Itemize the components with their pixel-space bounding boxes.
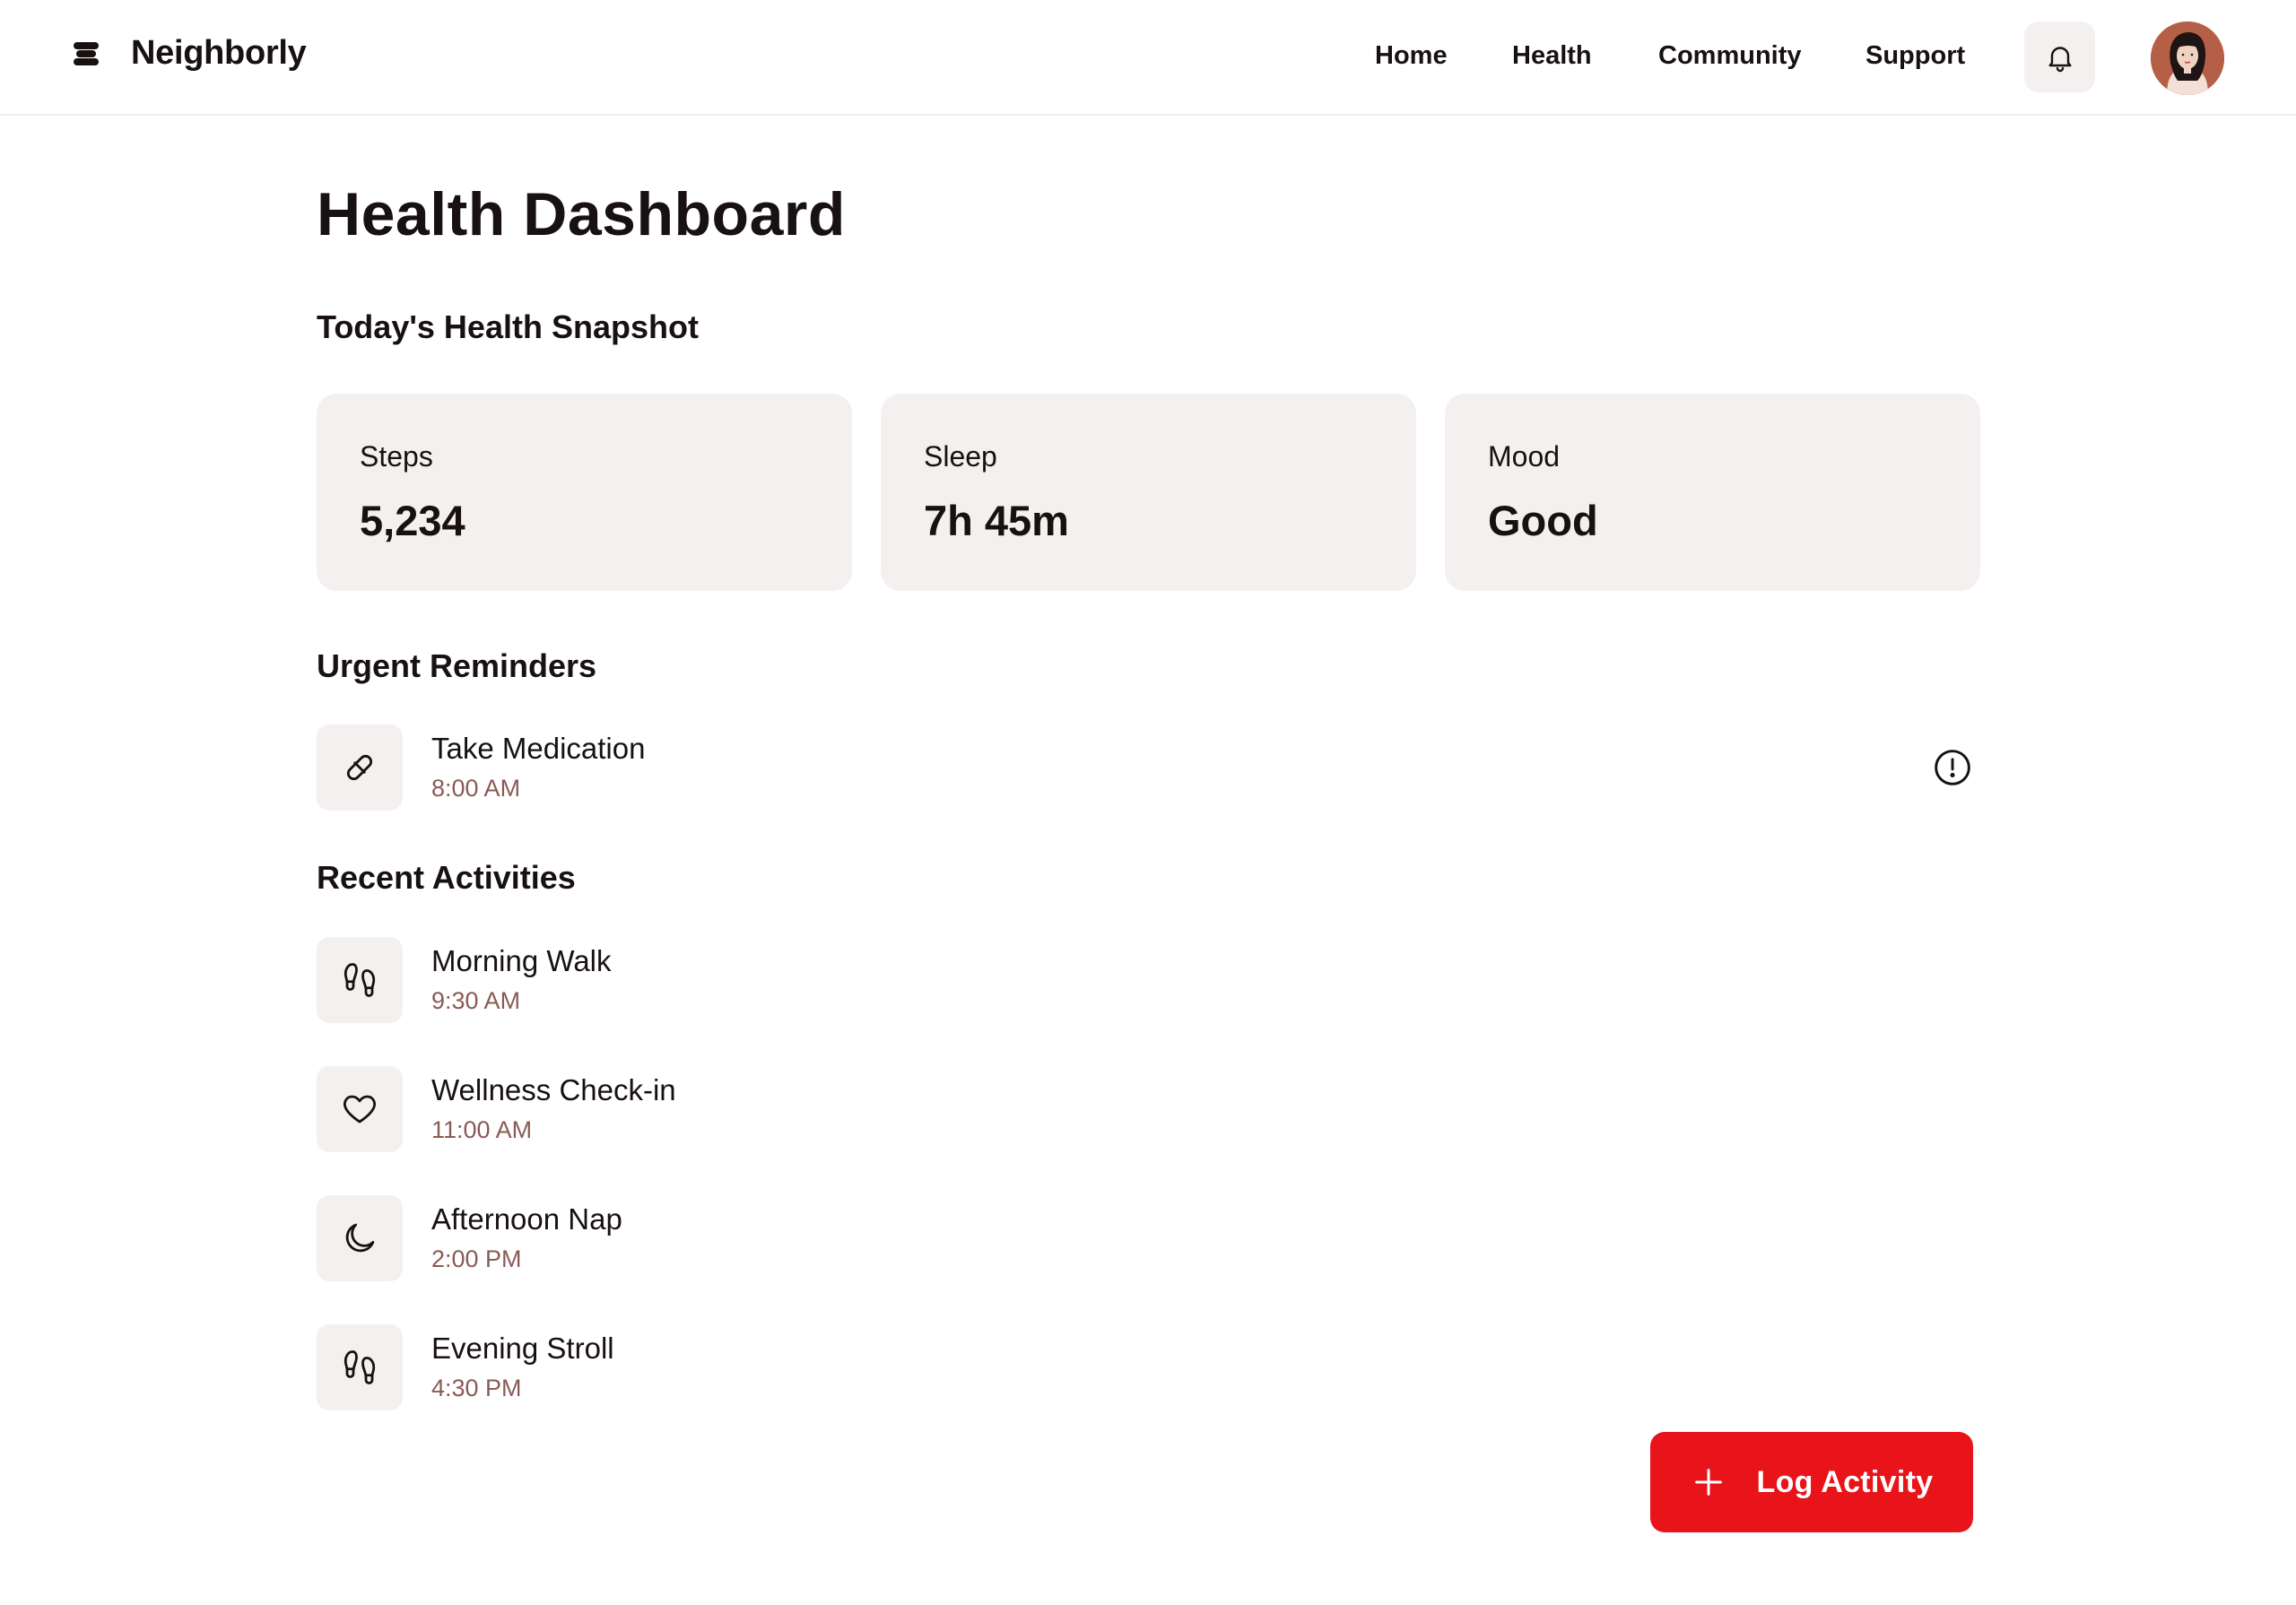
activities-heading: Recent Activities bbox=[317, 859, 576, 896]
stat-label: Sleep bbox=[924, 440, 997, 473]
activity-time: 9:30 AM bbox=[431, 987, 521, 1014]
stat-card-sleep: Sleep 7h 45m bbox=[881, 394, 1416, 591]
activity-title: Afternoon Nap bbox=[431, 1202, 622, 1236]
stat-card-mood: Mood Good bbox=[1445, 394, 1980, 591]
activity-time: 4:30 PM bbox=[431, 1375, 522, 1401]
activity-time: 11:00 AM bbox=[431, 1116, 533, 1143]
alert-circle-icon bbox=[1935, 750, 1970, 785]
heart-icon bbox=[344, 1095, 376, 1124]
stat-value: 7h 45m bbox=[924, 497, 1069, 544]
brand[interactable]: Neighborly bbox=[72, 34, 307, 73]
user-avatar[interactable] bbox=[2151, 22, 2224, 95]
log-activity-label: Log Activity bbox=[1756, 1464, 1934, 1499]
stat-label: Steps bbox=[360, 440, 433, 473]
snapshot-heading: Today's Health Snapshot bbox=[317, 308, 699, 345]
activity-item-evening-stroll[interactable]: Evening Stroll 4:30 PM bbox=[317, 1324, 1978, 1410]
moon-icon bbox=[345, 1223, 375, 1253]
reminders-heading: Urgent Reminders bbox=[317, 647, 597, 684]
bell-icon bbox=[2048, 46, 2071, 72]
activity-time: 2:00 PM bbox=[431, 1245, 522, 1272]
nav-link-community[interactable]: Community bbox=[1658, 41, 1802, 71]
activity-title: Evening Stroll bbox=[431, 1332, 614, 1365]
stacked-layers-logo-icon bbox=[74, 41, 99, 65]
footprints-icon bbox=[344, 963, 376, 997]
stat-value: Good bbox=[1488, 497, 1598, 544]
reminder-item[interactable]: Take Medication 8:00 AM bbox=[317, 724, 1978, 811]
plus-icon bbox=[1694, 1469, 1722, 1496]
activity-title: Wellness Check-in bbox=[431, 1073, 676, 1106]
activity-icon-box bbox=[317, 937, 403, 1023]
stat-value: 5,234 bbox=[360, 497, 465, 544]
activity-item-morning-walk[interactable]: Morning Walk 9:30 AM bbox=[317, 937, 1978, 1023]
page-title: Health Dashboard bbox=[317, 180, 846, 248]
reminder-title: Take Medication bbox=[431, 732, 646, 765]
activity-item-afternoon-nap[interactable]: Afternoon Nap 2:00 PM bbox=[317, 1195, 1978, 1281]
nav-link-health[interactable]: Health bbox=[1512, 41, 1592, 71]
top-navigation-bar: Neighborly Home Health Community Support bbox=[0, 0, 2296, 116]
activity-icon-box bbox=[317, 1324, 403, 1410]
log-activity-button[interactable]: Log Activity bbox=[1650, 1432, 1973, 1532]
activity-title: Morning Walk bbox=[431, 944, 612, 977]
reminder-time: 8:00 AM bbox=[431, 775, 521, 802]
reminder-icon-box bbox=[317, 724, 403, 811]
nav-link-home[interactable]: Home bbox=[1375, 41, 1448, 71]
notifications-button[interactable] bbox=[2024, 22, 2095, 92]
activity-item-wellness-check-in[interactable]: Wellness Check-in 11:00 AM bbox=[317, 1066, 1978, 1152]
pill-icon bbox=[346, 754, 373, 781]
footprints-icon bbox=[344, 1350, 376, 1384]
activity-icon-box bbox=[317, 1195, 403, 1281]
stat-card-steps: Steps 5,234 bbox=[317, 394, 852, 591]
activity-icon-box bbox=[317, 1066, 403, 1152]
stat-label: Mood bbox=[1488, 440, 1561, 473]
avatar-portrait-icon bbox=[2151, 22, 2224, 95]
brand-name: Neighborly bbox=[131, 34, 307, 72]
nav-link-support[interactable]: Support bbox=[1866, 41, 1965, 71]
